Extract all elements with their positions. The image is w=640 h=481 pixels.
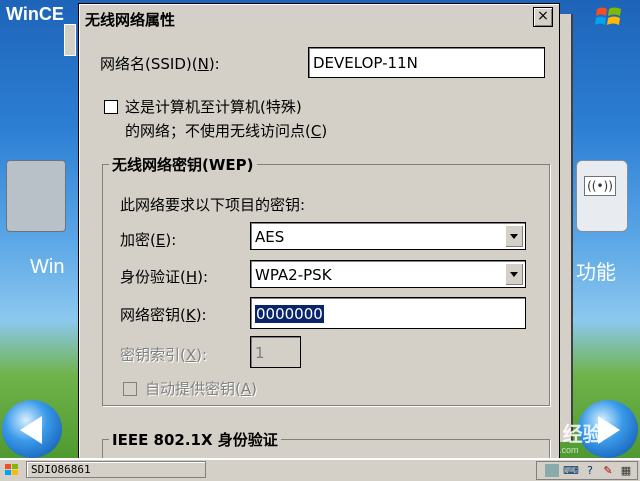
pen-icon[interactable]: ✎ [601, 464, 615, 477]
key-index-input[interactable]: 1 [250, 336, 301, 368]
windows-logo-icon[interactable] [594, 3, 624, 31]
encryption-select[interactable]: AES [250, 222, 526, 250]
auth-select[interactable]: WPA2-PSK [250, 260, 526, 288]
network-key-input[interactable]: 0000000 [250, 297, 526, 329]
auth-label: 身份验证(H): [120, 268, 209, 286]
auth-value: WPA2-PSK [255, 266, 332, 284]
network-icon[interactable] [545, 464, 559, 477]
keyboard-icon[interactable]: ⌨ [563, 464, 579, 477]
wifi-device-icon[interactable] [576, 160, 628, 232]
chevron-down-icon[interactable] [505, 263, 523, 285]
ieee-group-title: IEEE 802.1X 身份验证 [109, 429, 281, 450]
network-key-value: 0000000 [255, 305, 324, 323]
adhoc-label-line1: 这是计算机至计算机(特殊) [125, 98, 302, 116]
desktop-title: WinCE [6, 4, 64, 24]
prev-arrow-button[interactable] [2, 400, 62, 458]
background-window-edge [64, 24, 76, 56]
ssid-input[interactable]: DEVELOP-11N [308, 47, 545, 78]
auto-key-label: 自动提供密钥(A) [145, 380, 257, 398]
taskbar-item-sdio[interactable]: SDIO86861 [26, 461, 206, 478]
right-caption: 功能 [576, 260, 616, 284]
left-caption: Win [30, 256, 65, 278]
dialog-titlebar[interactable]: 无线网络属性 × [80, 5, 558, 30]
encryption-label: 加密(E): [120, 231, 177, 249]
device-icon[interactable] [6, 160, 66, 232]
adhoc-checkbox[interactable] [104, 100, 118, 114]
start-windows-icon[interactable] [4, 462, 20, 478]
network-key-label: 网络密钥(K): [120, 306, 207, 324]
taskbar: SDIO86861 ⌨ ? ✎ ▦ [0, 458, 640, 481]
help-icon[interactable]: ? [583, 464, 597, 477]
close-button[interactable]: × [533, 7, 553, 27]
desktop-icon[interactable]: ▦ [619, 464, 633, 477]
ssid-label: 网络名(SSID)(N): [100, 55, 220, 73]
system-tray: ⌨ ? ✎ ▦ [536, 461, 638, 480]
wifi-icon: ((•)) [584, 176, 616, 196]
adhoc-label-line2: 的网络；不使用无线访问点(C) [125, 122, 328, 140]
auto-key-checkbox[interactable] [123, 382, 137, 396]
chevron-down-icon[interactable] [505, 225, 523, 247]
wireless-properties-dialog: 无线网络属性 × 网络名(SSID)(N): DEVELOP-11N 这是计算机… [78, 3, 560, 460]
wep-group-title: 无线网络密钥(WEP) [109, 154, 257, 175]
wep-hint: 此网络要求以下项目的密钥: [120, 196, 306, 214]
key-index-label: 密钥索引(X): [120, 346, 208, 364]
arrow-left-icon [20, 416, 42, 444]
dialog-title: 无线网络属性 [85, 11, 176, 29]
encryption-value: AES [255, 228, 285, 246]
